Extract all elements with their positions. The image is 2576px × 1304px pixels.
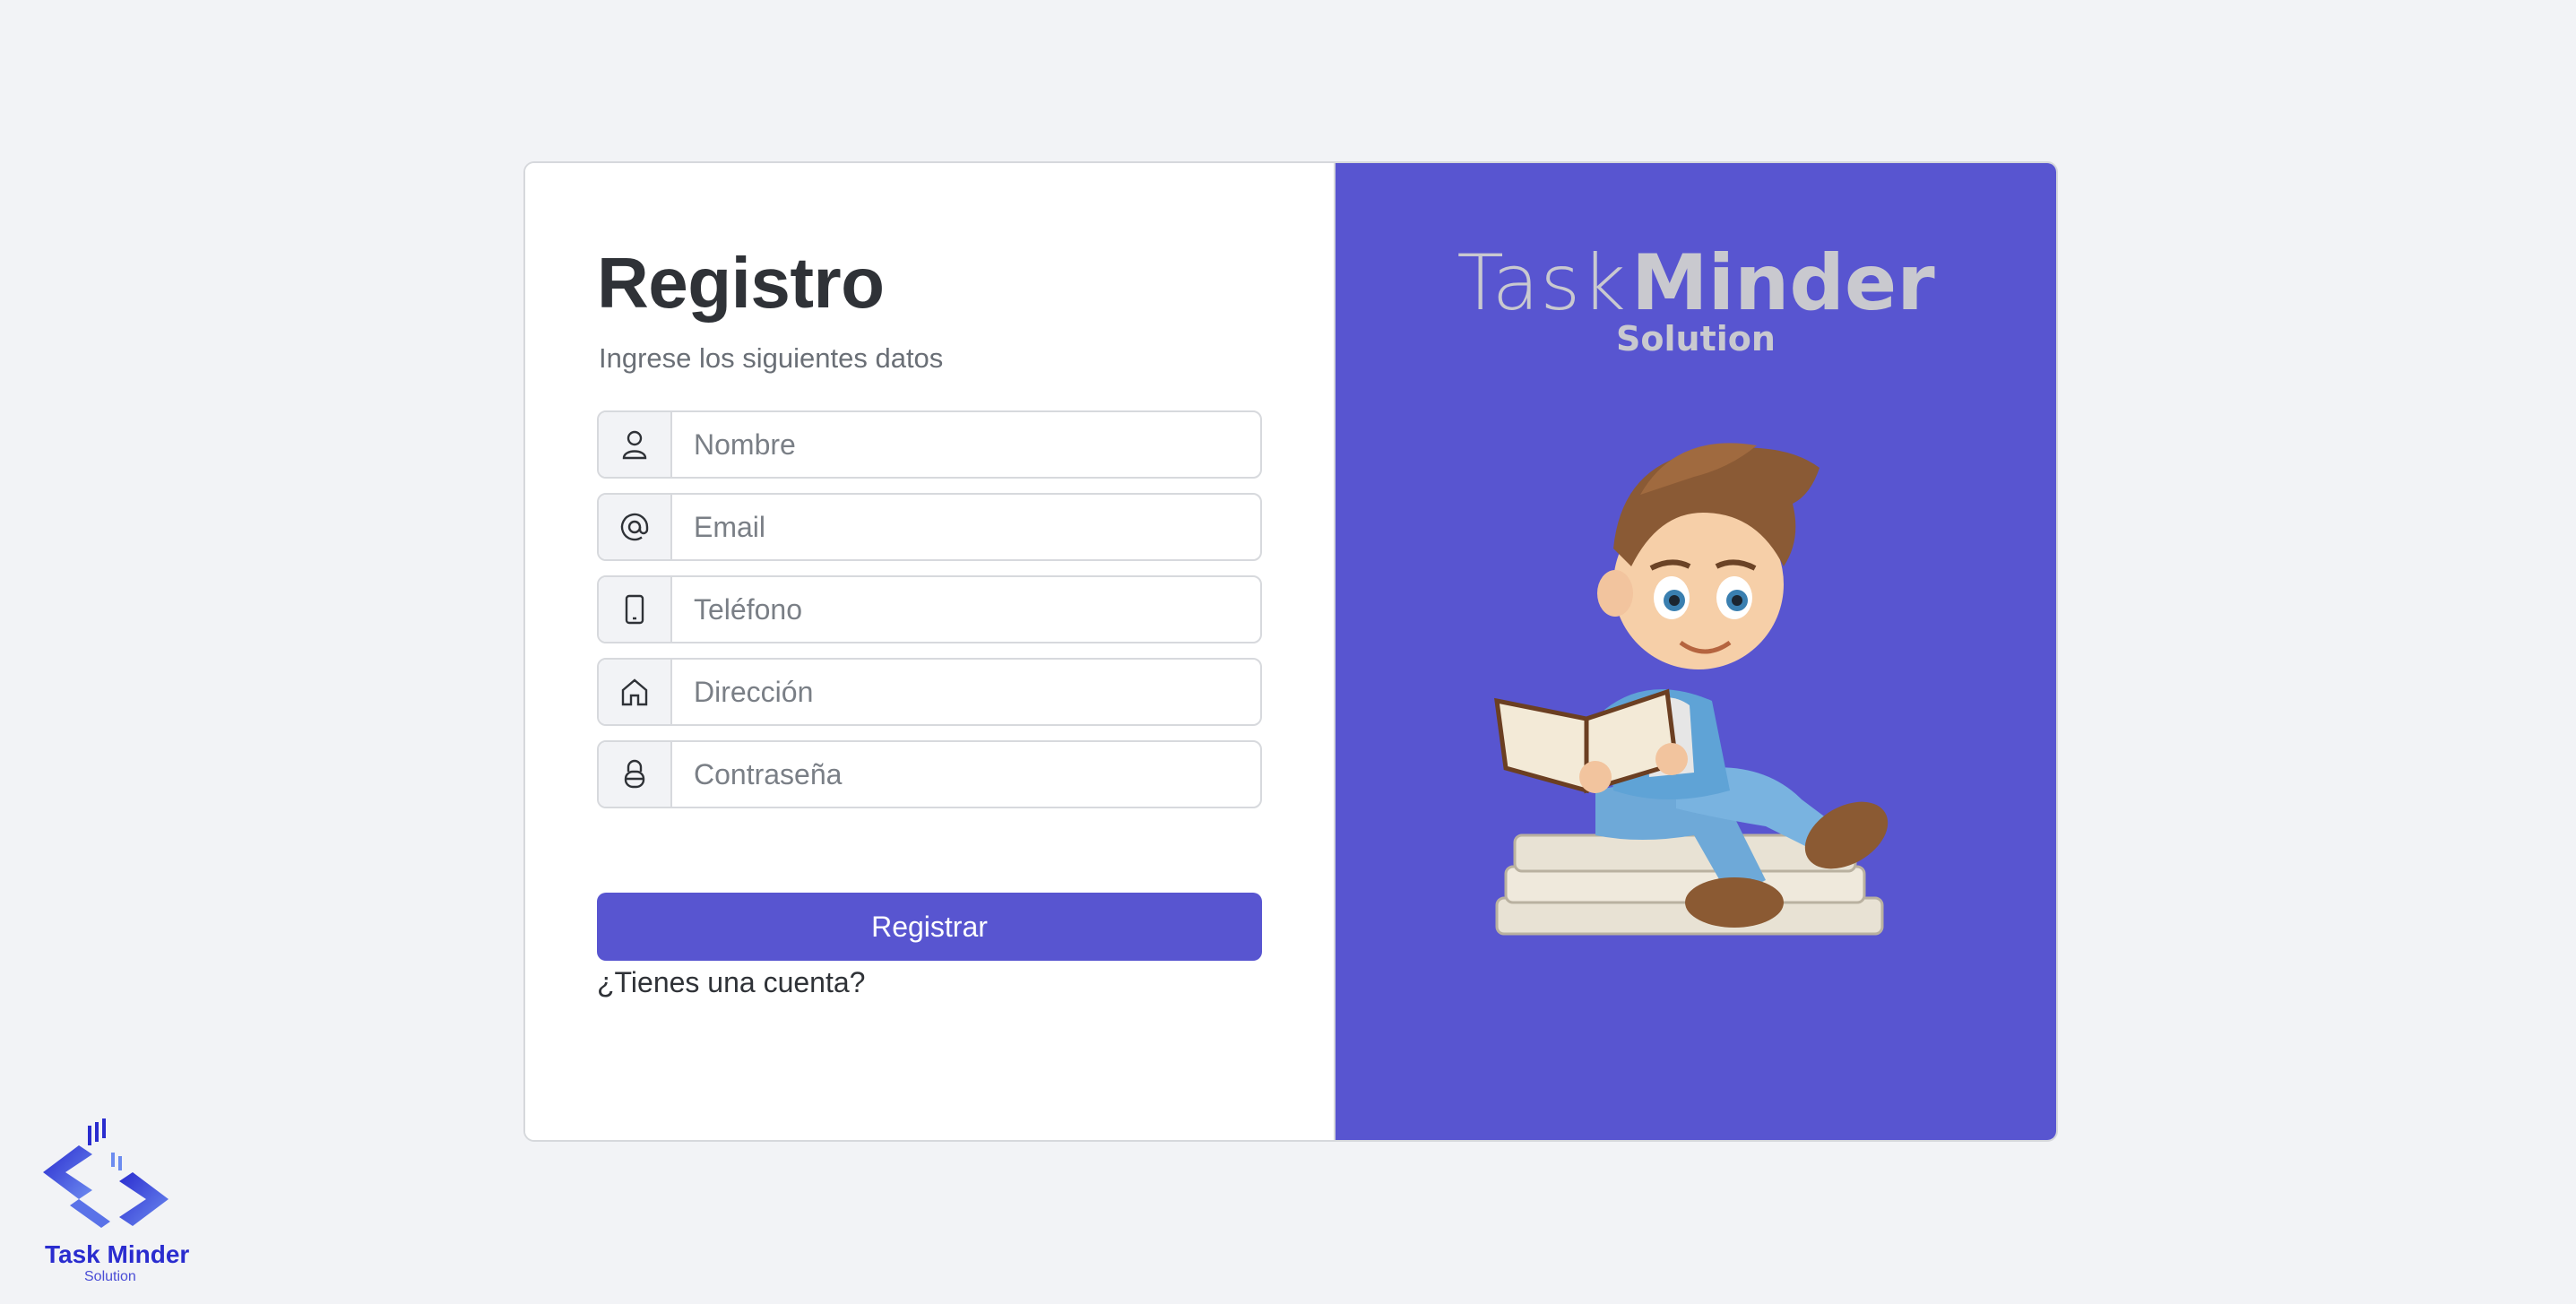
- register-form-panel: Registro Ingrese los siguientes datos No…: [525, 163, 1336, 1140]
- brand-title: Task Minder: [1336, 238, 2056, 328]
- logo-title: Task Minder: [45, 1240, 190, 1268]
- name-input[interactable]: [672, 412, 1260, 477]
- illustration-panel: Task Minder Solution: [1336, 163, 2056, 1140]
- brand-word-task: Task: [1457, 238, 1627, 328]
- address-field: [597, 658, 1262, 726]
- brand-subtitle: Solution: [1616, 319, 1776, 358]
- lock-icon: [599, 742, 672, 807]
- register-button[interactable]: Registrar: [597, 893, 1262, 961]
- at-icon: [599, 495, 672, 559]
- email-input[interactable]: [672, 495, 1260, 559]
- page-title: Registro: [597, 243, 885, 323]
- house-icon: [599, 660, 672, 724]
- password-input[interactable]: [672, 742, 1260, 807]
- phone-input[interactable]: [672, 577, 1260, 642]
- page-subtitle: Ingrese los siguientes datos: [599, 342, 944, 374]
- name-field: [597, 410, 1262, 479]
- brand-word-minder: Minder: [1631, 238, 1935, 328]
- password-field: [597, 740, 1262, 808]
- boy-reading-illustration: [1494, 443, 1889, 936]
- person-icon: [599, 412, 672, 477]
- phone-field: [597, 575, 1262, 643]
- phone-icon: [599, 577, 672, 642]
- address-input[interactable]: [672, 660, 1260, 724]
- logo-subtitle: Solution: [84, 1269, 136, 1284]
- register-card: Registro Ingrese los siguientes datos No…: [523, 161, 2058, 1142]
- login-link[interactable]: ¿Tienes una cuenta?: [597, 966, 865, 999]
- email-field: [597, 493, 1262, 561]
